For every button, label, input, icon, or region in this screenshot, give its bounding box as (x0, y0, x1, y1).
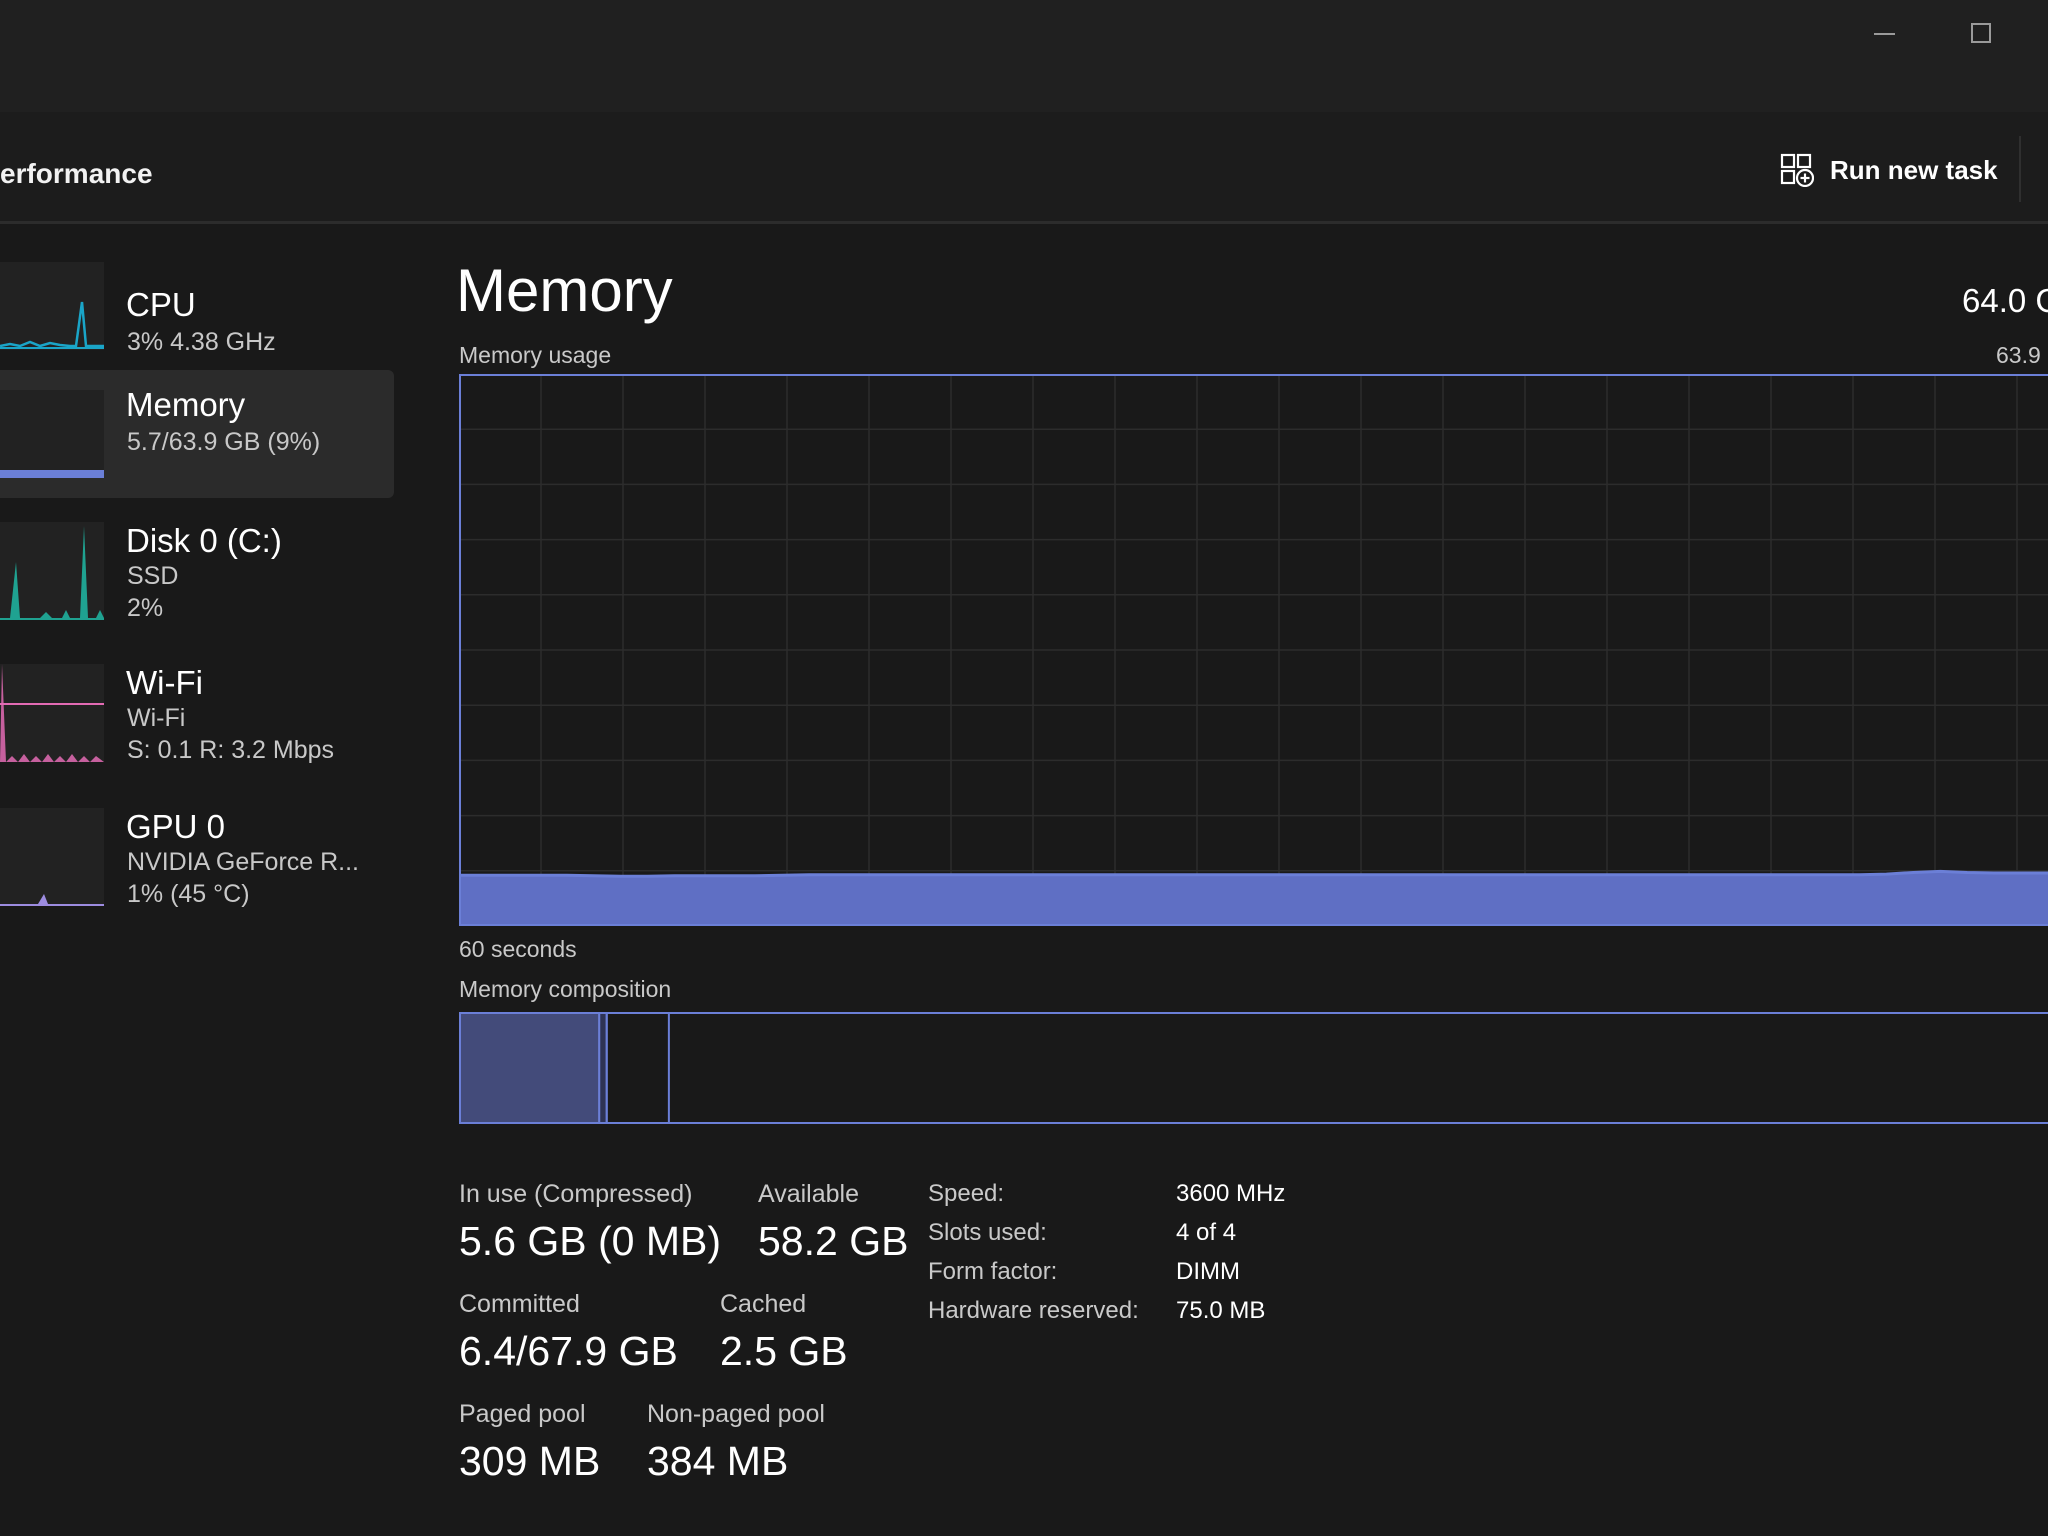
hardware-reserved-label: Hardware reserved: (928, 1297, 1139, 1324)
cached-label: Cached (720, 1290, 807, 1318)
paged-pool-label: Paged pool (459, 1400, 586, 1428)
run-new-task-button[interactable]: Run new task (1780, 148, 1998, 192)
memory-composition-bar (459, 1012, 2048, 1124)
sidebar-item-label: CPU (126, 286, 196, 323)
sidebar-item-detail: S: 0.1 R: 3.2 Mbps (127, 736, 335, 764)
available-label: Available (758, 1180, 860, 1208)
minimize-button[interactable] (1854, 16, 1914, 56)
sidebar-item-wifi[interactable]: Wi-Fi Wi-Fi S: 0.1 R: 3.2 Mbps (0, 654, 394, 770)
nonpaged-pool-label: Non-paged pool (647, 1400, 825, 1428)
nonpaged-pool-value: 384 MB (647, 1438, 789, 1484)
sidebar-item-detail: 2% (127, 594, 164, 622)
sidebar-item-detail: NVIDIA GeForce R... (127, 848, 360, 876)
memory-composition-label: Memory composition (459, 976, 672, 1002)
memory-usage-area (459, 871, 2048, 926)
title-bar (0, 0, 2048, 112)
performance-sidebar: CPU 3% 4.38 GHz Memory 5.7/63.9 GB (9%) … (0, 224, 394, 1536)
sidebar-item-detail: 5.7/63.9 GB (9%) (127, 428, 321, 456)
sidebar-item-label: GPU 0 (126, 808, 226, 845)
slots-value: 4 of 4 (1176, 1219, 1237, 1246)
run-new-task-label: Run new task (1830, 154, 1998, 185)
paged-pool-value: 309 MB (459, 1438, 601, 1484)
composition-in-use (459, 1012, 601, 1124)
sidebar-item-disk[interactable]: Disk 0 (C:) SSD 2% (0, 512, 394, 628)
sidebar-item-label: Wi-Fi (126, 664, 203, 701)
sidebar-item-cpu[interactable]: CPU 3% 4.38 GHz (0, 254, 394, 356)
time-span-label: 60 seconds (459, 936, 577, 962)
hardware-reserved-value: 75.0 MB (1176, 1297, 1266, 1324)
memory-usage-max: 63.9 (1996, 342, 2041, 368)
gpu-thumbnail-graph (0, 808, 104, 906)
main-title: Memory (456, 257, 673, 324)
form-factor-value: DIMM (1176, 1258, 1240, 1285)
composition-border (459, 1012, 2048, 1124)
sidebar-item-detail: 3% 4.38 GHz (127, 328, 276, 356)
sidebar-item-detail: Wi-Fi (127, 704, 186, 732)
committed-label: Committed (459, 1290, 580, 1318)
speed-label: Speed: (928, 1180, 1005, 1207)
memory-usage-line (459, 869, 2048, 878)
in-use-value: 5.6 GB (0 MB) (459, 1218, 722, 1264)
committed-value: 6.4/67.9 GB (459, 1328, 678, 1374)
sidebar-item-detail: 1% (45 °C) (127, 880, 250, 908)
minimize-icon (1874, 33, 1895, 35)
form-factor-label: Form factor: (928, 1258, 1058, 1285)
sidebar-item-memory[interactable]: Memory 5.7/63.9 GB (9%) (0, 370, 394, 498)
page-title: erformance (0, 158, 153, 189)
cpu-thumbnail-graph (0, 262, 104, 350)
speed-value: 3600 MHz (1176, 1180, 1286, 1207)
composition-standby (605, 1012, 670, 1124)
composition-modified (598, 1012, 608, 1124)
memory-usage-graph (458, 373, 2048, 927)
in-use-label: In use (Compressed) (459, 1180, 693, 1208)
total-memory: 64.0 G (1962, 282, 2048, 319)
header-divider (2019, 136, 2021, 202)
wifi-thumbnail-graph (0, 664, 104, 762)
maximize-icon (1971, 23, 1991, 43)
page-header: erformance Run new task (0, 112, 2048, 224)
grid (458, 373, 2048, 927)
maximize-button[interactable] (1951, 16, 2011, 56)
sidebar-item-detail: SSD (127, 562, 179, 590)
run-task-icon (1780, 153, 1814, 187)
sidebar-item-gpu[interactable]: GPU 0 NVIDIA GeForce R... 1% (45 °C) (0, 798, 394, 914)
disk-thumbnail-graph (0, 522, 104, 620)
cached-value: 2.5 GB (720, 1328, 848, 1374)
memory-usage-label: Memory usage (459, 342, 612, 368)
sidebar-item-label: Memory (126, 386, 246, 423)
slots-label: Slots used: (928, 1219, 1047, 1246)
memory-thumbnail-graph (0, 390, 104, 478)
sidebar-item-label: Disk 0 (C:) (126, 522, 282, 559)
available-value: 58.2 GB (758, 1218, 909, 1264)
